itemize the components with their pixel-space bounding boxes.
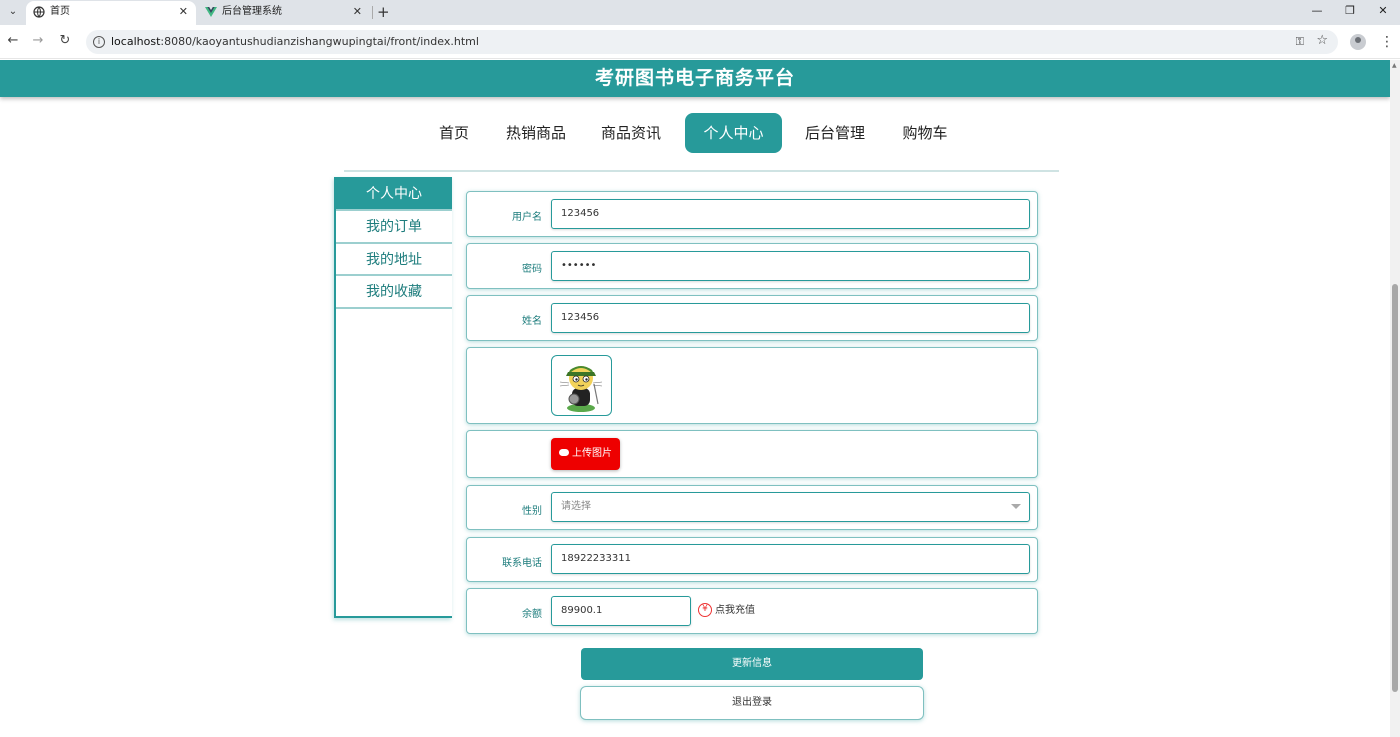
scroll-up-icon[interactable]: ▲ bbox=[1392, 62, 1397, 69]
form-row-balance: 余额 89900.1 ¥ 点我充值 bbox=[466, 588, 1038, 634]
name-input[interactable]: 123456 bbox=[551, 303, 1030, 333]
browser-tab-home[interactable]: 首页 ✕ bbox=[26, 1, 196, 25]
sidebar: 个人中心 我的订单 我的地址 我的收藏 bbox=[334, 177, 452, 618]
profile-icon[interactable] bbox=[1350, 34, 1366, 50]
tab-search-icon[interactable]: ⌄ bbox=[4, 3, 22, 21]
browser-tab-admin[interactable]: 后台管理系统 ✕ bbox=[198, 1, 370, 25]
tab-title: 首页 bbox=[50, 6, 70, 17]
form-row-gender: 性别 请选择 bbox=[466, 485, 1038, 530]
password-input[interactable]: •••••• bbox=[551, 251, 1030, 281]
gender-label: 性别 bbox=[522, 506, 542, 517]
balance-input[interactable]: 89900.1 bbox=[551, 596, 691, 626]
password-key-icon[interactable]: ⚿ bbox=[1296, 35, 1304, 49]
restore-icon[interactable]: ❐ bbox=[1333, 0, 1367, 25]
form-row-username: 用户名 123456 bbox=[466, 191, 1038, 237]
tab-close-icon[interactable]: ✕ bbox=[179, 1, 188, 23]
tab-title: 后台管理系统 bbox=[222, 6, 282, 17]
scrollbar-thumb[interactable] bbox=[1392, 284, 1398, 692]
url-field[interactable]: i localhost:8080/kaoyantushudianzishangw… bbox=[86, 30, 1338, 54]
site-info-icon[interactable]: i bbox=[93, 36, 105, 48]
tab-close-icon[interactable]: ✕ bbox=[353, 1, 362, 23]
nav-item-cart[interactable]: 购物车 bbox=[895, 113, 955, 153]
cloud-upload-icon bbox=[559, 448, 569, 456]
nav-item-hot-products[interactable]: 热销商品 bbox=[499, 113, 573, 153]
chevron-down-icon bbox=[1011, 504, 1021, 509]
gender-select[interactable]: 请选择 bbox=[551, 492, 1030, 522]
recharge-link[interactable]: ¥ 点我充值 bbox=[698, 601, 755, 617]
yen-icon: ¥ bbox=[698, 603, 712, 617]
phone-label: 联系电话 bbox=[502, 558, 542, 569]
page-scrollbar[interactable]: ▲ bbox=[1390, 60, 1400, 737]
back-icon[interactable]: ← bbox=[4, 32, 22, 50]
tab-divider bbox=[372, 6, 373, 19]
bookmark-star-icon[interactable]: ☆ bbox=[1316, 33, 1328, 48]
balance-label: 余额 bbox=[522, 609, 542, 620]
recharge-label: 点我充值 bbox=[715, 605, 755, 616]
sidebar-item-address[interactable]: 我的地址 bbox=[336, 244, 452, 276]
main-nav: 首页 热销商品 商品资讯 个人中心 后台管理 购物车 bbox=[0, 113, 1390, 153]
upload-image-button[interactable]: 上传图片 bbox=[551, 438, 620, 470]
username-label: 用户名 bbox=[512, 212, 542, 223]
phone-input[interactable]: 18922233311 bbox=[551, 544, 1030, 574]
nav-item-personal-center[interactable]: 个人中心 bbox=[685, 113, 782, 153]
site-header: 考研图书电子商务平台 bbox=[0, 60, 1390, 97]
new-tab-icon[interactable]: + bbox=[377, 1, 390, 23]
avatar[interactable] bbox=[551, 355, 612, 416]
menu-kebab-icon[interactable]: ⋮ bbox=[1380, 33, 1394, 51]
form-row-upload: 上传图片 bbox=[466, 430, 1038, 478]
reload-icon[interactable]: ↻ bbox=[56, 32, 74, 50]
sidebar-item-favorites[interactable]: 我的收藏 bbox=[336, 276, 452, 309]
nav-divider bbox=[344, 170, 1059, 172]
upload-label: 上传图片 bbox=[572, 448, 612, 459]
vue-logo-icon bbox=[205, 7, 217, 17]
nav-item-admin[interactable]: 后台管理 bbox=[798, 113, 872, 153]
username-input[interactable]: 123456 bbox=[551, 199, 1030, 229]
logout-button[interactable]: 退出登录 bbox=[580, 686, 924, 720]
forward-icon[interactable]: → bbox=[29, 32, 47, 50]
page-content: 考研图书电子商务平台 首页 热销商品 商品资讯 个人中心 后台管理 购物车 个人… bbox=[0, 60, 1390, 737]
password-label: 密码 bbox=[522, 264, 542, 275]
minimize-icon[interactable]: — bbox=[1300, 0, 1334, 25]
form-row-phone: 联系电话 18922233311 bbox=[466, 537, 1038, 582]
sidebar-item-personal-center[interactable]: 个人中心 bbox=[336, 177, 452, 211]
form-row-avatar bbox=[466, 347, 1038, 424]
update-info-button[interactable]: 更新信息 bbox=[581, 648, 923, 680]
site-title: 考研图书电子商务平台 bbox=[594, 67, 795, 89]
address-bar: ← → ↻ i localhost:8080/kaoyantushudianzi… bbox=[0, 25, 1400, 59]
browser-tab-bar: ⌄ 首页 ✕ 后台管理系统 ✕ + — ❐ ✕ bbox=[0, 0, 1400, 25]
url-text: localhost:8080/kaoyantushudianzishangwup… bbox=[111, 35, 479, 48]
nav-item-home[interactable]: 首页 bbox=[429, 113, 479, 153]
form-row-password: 密码 •••••• bbox=[466, 243, 1038, 289]
form-row-name: 姓名 123456 bbox=[466, 295, 1038, 341]
nav-item-news[interactable]: 商品资讯 bbox=[594, 113, 668, 153]
avatar-cartoon-icon bbox=[559, 366, 603, 412]
globe-icon bbox=[33, 6, 45, 18]
name-label: 姓名 bbox=[522, 316, 542, 327]
close-window-icon[interactable]: ✕ bbox=[1366, 0, 1400, 25]
gender-placeholder: 请选择 bbox=[561, 501, 591, 512]
sidebar-item-orders[interactable]: 我的订单 bbox=[336, 211, 452, 244]
